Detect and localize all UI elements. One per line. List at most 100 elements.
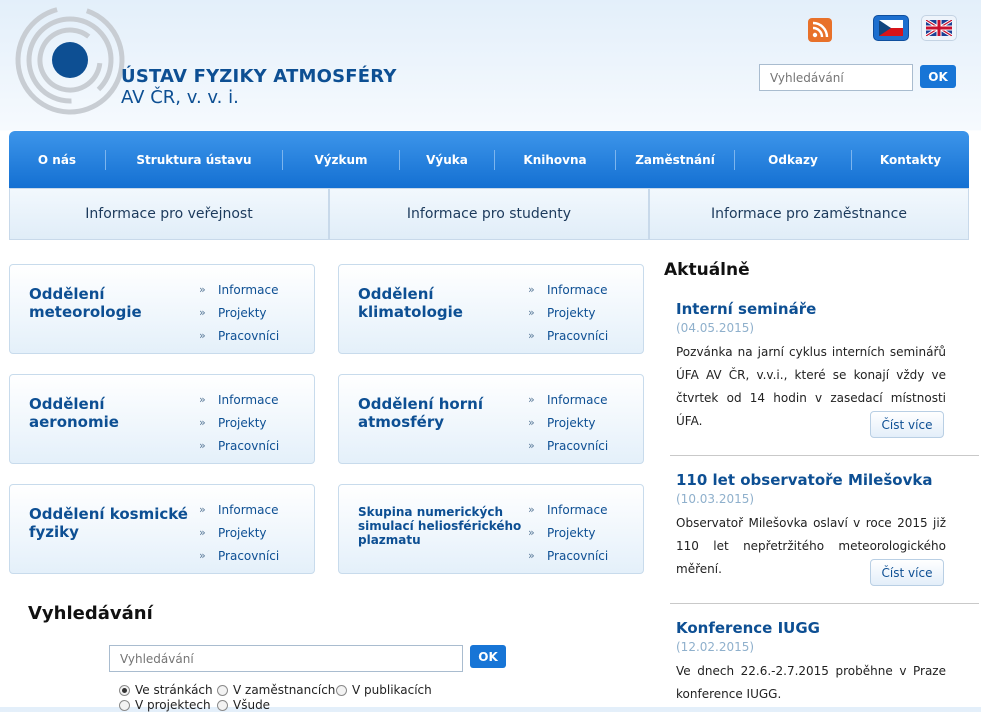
news-title[interactable]: Konference IUGG <box>676 619 946 637</box>
tab-studenti[interactable]: Informace pro studenty <box>329 188 649 240</box>
department-card-klimatologie: Oddělení klimatologie » Informace » Projek… <box>338 264 644 354</box>
news-item: Konference IUGG (12.02.2015) Ve dnech 22… <box>676 619 946 706</box>
link-bullet: » <box>528 329 535 342</box>
department-title[interactable]: Skupina numerických simulací heliosféric… <box>358 505 528 547</box>
link-bullet: » <box>199 306 206 319</box>
radio-v-publikacich[interactable]: V publikacích <box>336 683 432 697</box>
department-link-projekty[interactable]: » Projekty <box>199 521 279 544</box>
department-link-informace[interactable]: » Informace <box>528 498 608 521</box>
department-link-pracovnici[interactable]: » Pracovníci <box>199 324 279 347</box>
news-title[interactable]: 110 let observatoře Milešovka <box>676 471 946 489</box>
nav-item-knihovna[interactable]: Knihovna <box>495 131 615 188</box>
department-card-horni-atmosfery: Oddělení horní atmosféry » Informace » Pro… <box>338 374 644 464</box>
news-date: (04.05.2015) <box>676 321 755 335</box>
news-divider <box>670 603 979 604</box>
department-card-heliosfericke-plazma: Skupina numerických simulací heliosféric… <box>338 484 644 574</box>
nav-item-odkazy[interactable]: Odkazy <box>735 131 851 188</box>
nav-item-kontakty[interactable]: Kontakty <box>852 131 969 188</box>
link-bullet: » <box>528 503 535 516</box>
department-link-projekty[interactable]: » Projekty <box>199 301 279 324</box>
link-bullet: » <box>528 439 535 452</box>
department-card-aeronomie: Oddělení aeronomie » Informace » Projekty … <box>9 374 315 464</box>
header-search-input[interactable] <box>759 64 913 91</box>
link-bullet: » <box>199 416 206 429</box>
uk-flag-icon <box>926 20 952 36</box>
department-link-informace[interactable]: » Informace <box>199 498 279 521</box>
department-link-pracovnici[interactable]: » Pracovníci <box>528 544 608 567</box>
department-card-kosmicke-fyziky: Oddělení kosmické fyziky » Informace » Pro… <box>9 484 315 574</box>
department-link-pracovnici[interactable]: » Pracovníci <box>528 324 608 347</box>
department-link-pracovnici[interactable]: » Pracovníci <box>528 434 608 457</box>
read-more-button[interactable]: Číst více <box>870 411 944 438</box>
department-title[interactable]: Oddělení kosmické fyziky <box>29 505 189 541</box>
link-bullet: » <box>528 416 535 429</box>
institute-subtitle: AV ČR, v. v. i. <box>121 87 239 108</box>
radio-button[interactable] <box>217 699 228 711</box>
language-english-button[interactable] <box>921 15 957 41</box>
radio-button[interactable] <box>217 684 228 696</box>
department-link-informace[interactable]: » Informace <box>199 278 279 301</box>
audience-tabs: Informace pro veřejnost Informace pro st… <box>9 188 969 240</box>
news-title[interactable]: Interní semináře <box>676 300 946 318</box>
department-link-projekty[interactable]: » Projekty <box>199 411 279 434</box>
institute-name[interactable]: ÚSTAV FYZIKY ATMOSFÉRY <box>121 66 397 87</box>
tab-verejnost[interactable]: Informace pro veřejnost <box>9 188 329 240</box>
radio-button[interactable] <box>119 699 130 711</box>
department-links: » Informace » Projekty » Pracovníci <box>199 278 279 347</box>
radio-ve-strankach[interactable]: Ve stránkách <box>119 683 213 697</box>
link-bullet: » <box>528 526 535 539</box>
main-search-ok-button[interactable]: OK <box>470 645 506 668</box>
link-bullet: » <box>199 329 206 342</box>
nav-item-o-nas[interactable]: O nás <box>9 131 105 188</box>
department-links: » Informace » Projekty » Pracovníci <box>528 388 608 457</box>
link-bullet: » <box>528 393 535 406</box>
nav-item-vyzkum[interactable]: Výzkum <box>283 131 399 188</box>
radio-button[interactable] <box>336 684 347 696</box>
radio-vsude[interactable]: Všude <box>217 698 270 712</box>
header-search-ok-button[interactable]: OK <box>920 65 956 88</box>
department-link-projekty[interactable]: » Projekty <box>528 521 608 544</box>
link-bullet: » <box>528 283 535 296</box>
news-date: (10.03.2015) <box>676 492 755 506</box>
news-divider <box>670 455 979 456</box>
department-link-informace[interactable]: » Informace <box>528 278 608 301</box>
news-text: Ve dnech 22.6.-2.7.2015 proběhne v Praze… <box>676 664 946 701</box>
department-link-pracovnici[interactable]: » Pracovníci <box>199 434 279 457</box>
department-link-projekty[interactable]: » Projekty <box>528 411 608 434</box>
radio-button-selected[interactable] <box>119 684 130 696</box>
department-card-meteorologie: Oddělení meteorologie » Informace » Projek… <box>9 264 315 354</box>
link-bullet: » <box>199 503 206 516</box>
department-links: » Informace » Projekty » Pracovníci <box>199 388 279 457</box>
nav-item-zamestnani[interactable]: Zaměstnání <box>616 131 734 188</box>
nav-item-vyuka[interactable]: Výuka <box>400 131 494 188</box>
link-bullet: » <box>199 393 206 406</box>
nav-item-struktura-ustavu[interactable]: Struktura ústavu <box>106 131 282 188</box>
department-link-pracovnici[interactable]: » Pracovníci <box>199 544 279 567</box>
language-czech-button[interactable] <box>873 15 909 41</box>
main-navigation: O nás Struktura ústavu Výzkum Výuka Knih… <box>9 131 969 188</box>
department-link-informace[interactable]: » Informace <box>528 388 608 411</box>
department-link-projekty[interactable]: » Projekty <box>528 301 608 324</box>
link-bullet: » <box>528 549 535 562</box>
radio-v-projektech[interactable]: V projektech <box>119 698 211 712</box>
news-date: (12.02.2015) <box>676 640 755 654</box>
department-title[interactable]: Oddělení horní atmosféry <box>358 395 518 431</box>
department-links: » Informace » Projekty » Pracovníci <box>528 498 608 567</box>
main-search-input[interactable] <box>109 645 463 672</box>
institute-logo[interactable] <box>14 4 126 116</box>
link-bullet: » <box>199 549 206 562</box>
radio-v-zamestnancich[interactable]: V zaměstnancích <box>217 683 335 697</box>
rss-icon[interactable] <box>808 18 832 42</box>
department-links: » Informace » Projekty » Pracovníci <box>199 498 279 567</box>
department-title[interactable]: Oddělení aeronomie <box>29 395 189 431</box>
search-heading: Vyhledávání <box>28 603 153 624</box>
department-title[interactable]: Oddělení meteorologie <box>29 285 189 321</box>
department-link-informace[interactable]: » Informace <box>199 388 279 411</box>
tab-zamestnanci[interactable]: Informace pro zaměstnance <box>649 188 969 240</box>
department-title[interactable]: Oddělení klimatologie <box>358 285 518 321</box>
read-more-button[interactable]: Číst více <box>870 559 944 586</box>
link-bullet: » <box>199 439 206 452</box>
news-heading: Aktuálně <box>664 260 750 280</box>
link-bullet: » <box>199 283 206 296</box>
department-links: » Informace » Projekty » Pracovníci <box>528 278 608 347</box>
